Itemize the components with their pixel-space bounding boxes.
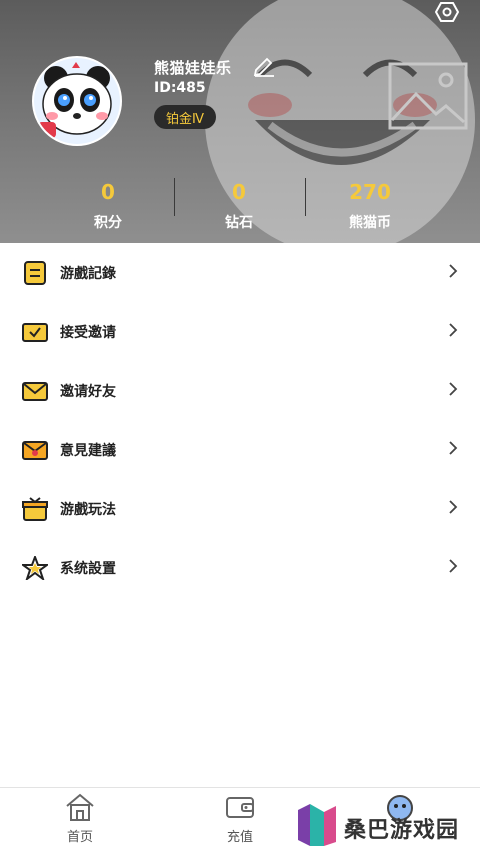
- menu-item-accept-invite[interactable]: 接受邀请: [0, 302, 480, 361]
- home-icon: [66, 793, 94, 821]
- stat-label: 积分: [94, 215, 122, 231]
- gift-box-icon: [22, 497, 48, 521]
- watermark-text: 桑巴游戏园: [344, 818, 460, 843]
- hexagon-settings-icon: [435, 2, 459, 22]
- chevron-right-icon: [449, 323, 458, 337]
- stat-points[interactable]: 0 积分: [48, 172, 168, 232]
- tab-recharge[interactable]: 充值: [180, 788, 300, 853]
- menu-label: 接受邀请: [60, 325, 116, 341]
- user-id-text: ID:485: [154, 80, 206, 96]
- menu-item-system-settings[interactable]: 系统設置: [0, 538, 480, 597]
- menu-item-invite-friends[interactable]: 邀请好友: [0, 361, 480, 420]
- divider: [305, 178, 306, 216]
- stat-label: 熊猫币: [349, 215, 391, 231]
- tab-label: 充值: [226, 830, 253, 845]
- feedback-envelope-icon: [22, 441, 48, 460]
- wallet-icon: [226, 797, 254, 818]
- tab-home[interactable]: 首页: [20, 788, 140, 853]
- menu-item-feedback[interactable]: 意見建議: [0, 420, 480, 479]
- chevron-right-icon: [449, 382, 458, 396]
- tab-label: 首页: [66, 830, 93, 845]
- list-icon: [24, 261, 46, 285]
- envelope-check-icon: [22, 323, 48, 342]
- stat-label: 钻石: [225, 215, 253, 231]
- menu-item-game-records[interactable]: 游戲記錄: [0, 243, 480, 302]
- level-badge: 铂金Ⅳ: [154, 105, 216, 129]
- menu-label: 邀请好友: [60, 384, 116, 400]
- envelope-icon: [22, 382, 48, 401]
- menu-label: 游戲記錄: [60, 266, 116, 282]
- menu-item-how-to-play[interactable]: 游戲玩法: [0, 479, 480, 538]
- edit-pencil-icon[interactable]: [252, 55, 276, 77]
- stats-row: 0 积分 0 钻石 270 熊猫币: [0, 172, 480, 240]
- nickname-text: 熊猫娃娃乐: [154, 59, 232, 77]
- menu-list: 游戲記錄 接受邀请 邀请好友 意見建議 游戲玩法 系统設置: [0, 243, 480, 597]
- divider: [174, 178, 175, 216]
- watermark-logo-icon: [298, 804, 336, 846]
- menu-label: 系统設置: [60, 561, 116, 577]
- stat-value: 0: [232, 180, 246, 204]
- site-watermark: 桑巴游戏园: [296, 802, 480, 850]
- chevron-right-icon: [449, 500, 458, 514]
- chevron-right-icon: [449, 264, 458, 278]
- menu-label: 游戲玩法: [60, 502, 116, 518]
- chevron-right-icon: [449, 559, 458, 573]
- menu-label: 意見建議: [60, 443, 116, 459]
- stat-value: 0: [101, 180, 115, 204]
- stat-panda-coins[interactable]: 270 熊猫币: [310, 172, 430, 232]
- avatar[interactable]: [32, 56, 122, 146]
- settings-button[interactable]: [433, 0, 461, 24]
- image-placeholder-icon: [388, 62, 468, 130]
- chevron-right-icon: [449, 441, 458, 455]
- panda-avatar-icon: [34, 58, 120, 144]
- profile-header: 熊猫娃娃乐 ID:485 铂金Ⅳ 0 积分 0 钻石 270 熊猫币: [0, 0, 480, 243]
- stat-value: 270: [349, 180, 391, 204]
- stat-diamonds[interactable]: 0 钻石: [179, 172, 299, 232]
- star-settings-icon: [22, 556, 48, 580]
